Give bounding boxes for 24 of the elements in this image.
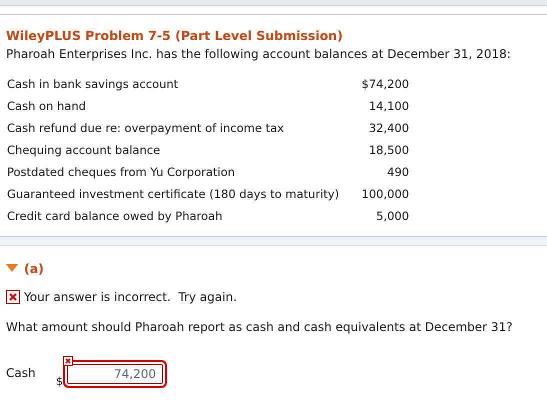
account-amount: 100,000 — [360, 186, 410, 203]
account-amount: 14,100 — [368, 98, 410, 115]
account-amount: 490 — [386, 164, 410, 181]
account-amount: 32,400 — [368, 120, 410, 137]
account-label: Cash on hand — [6, 98, 87, 115]
problem-title: WileyPLUS Problem 7-5 (Part Level Submission) — [6, 27, 344, 45]
answer-label: Cash — [6, 366, 37, 382]
collapse-triangle-icon[interactable] — [6, 264, 18, 272]
feedback-message: Your answer is incorrect. Try again. — [24, 290, 237, 304]
part-label: (a) — [24, 260, 44, 276]
account-amount: $74,200 — [360, 76, 410, 93]
account-amount: 5,000 — [375, 208, 410, 225]
error-badge-icon — [63, 356, 73, 366]
account-label: Cash refund due re: overpayment of income tax — [6, 120, 285, 137]
account-label: Chequing account balance — [6, 142, 162, 159]
account-label: Guaranteed investment certificate (180 days to maturity) — [6, 186, 340, 203]
currency-sign: $ — [56, 375, 63, 388]
answer-field[interactable]: 74,200 — [67, 364, 163, 384]
account-amount: 18,500 — [368, 142, 410, 159]
account-label: Cash in bank savings account — [6, 76, 180, 93]
account-label: Postdated cheques from Yu Corporation — [6, 164, 236, 181]
question-text: What amount should Pharoah report as cash and cash equivalents at December 31? — [6, 320, 514, 334]
account-label: Credit card balance owed by Pharoah — [6, 208, 224, 225]
problem-intro: Pharoah Enterprises Inc. has the following account balances at December 31, 2018: — [6, 46, 512, 63]
